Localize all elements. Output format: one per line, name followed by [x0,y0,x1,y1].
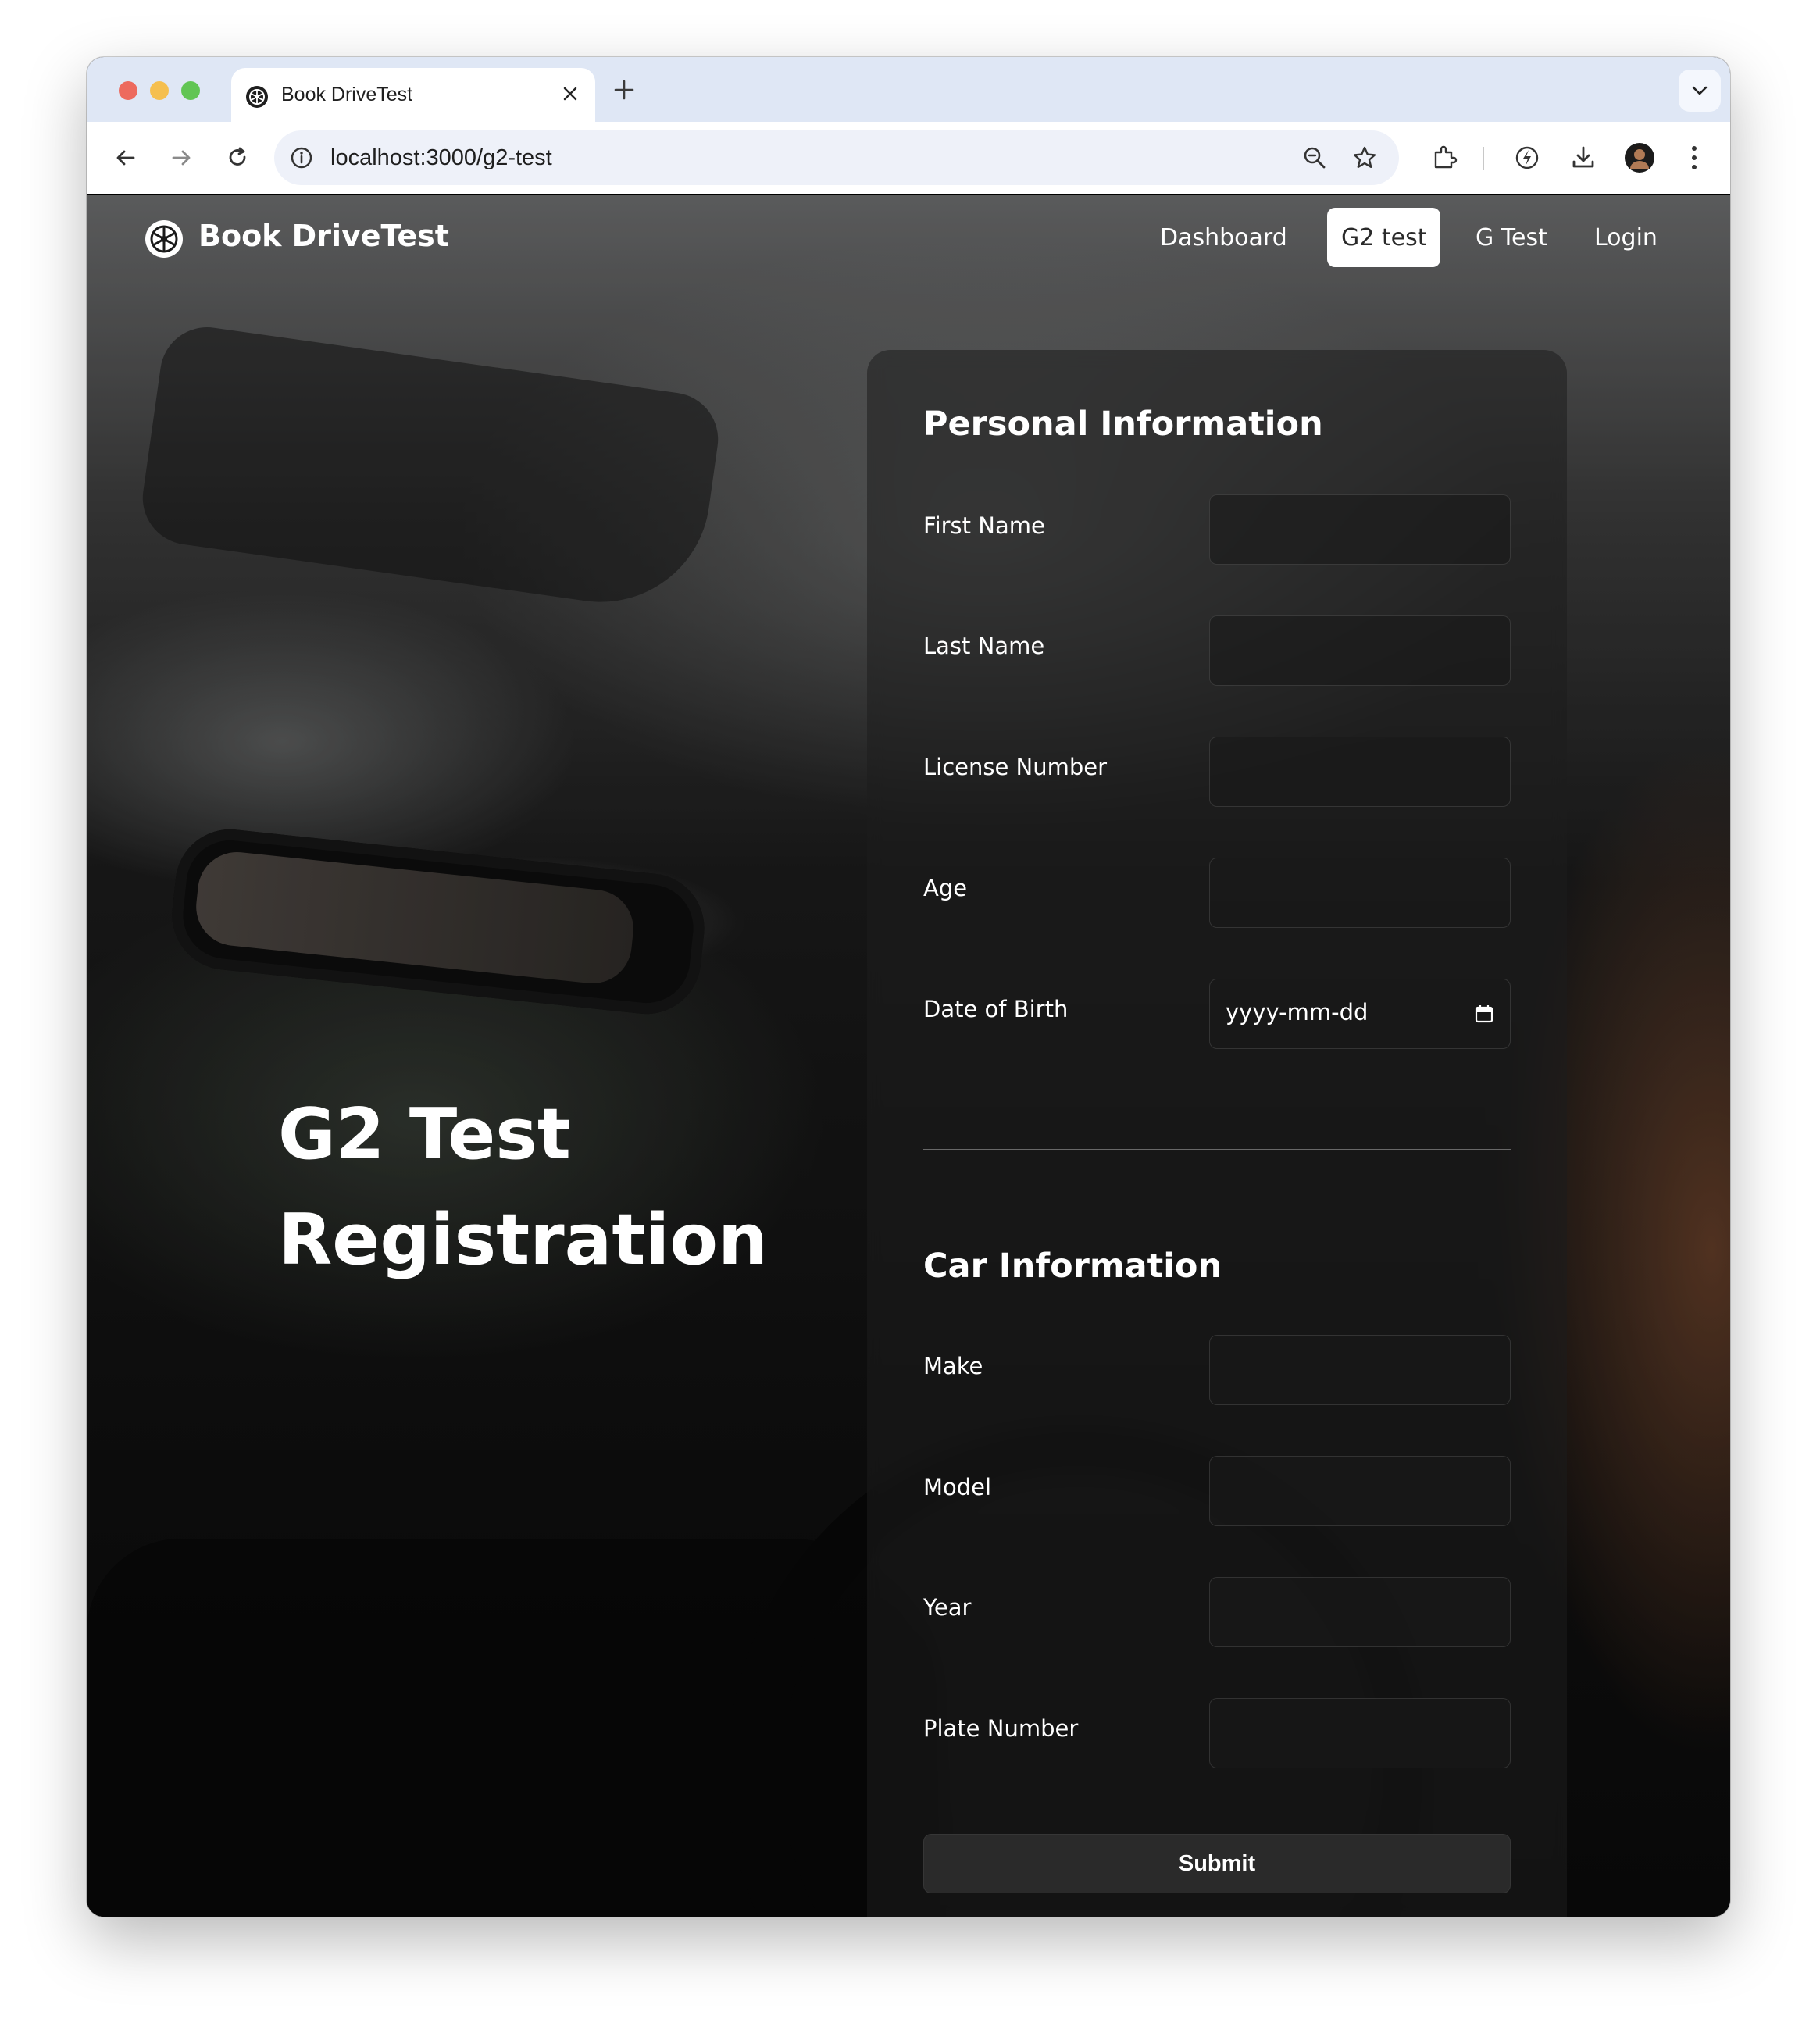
forward-icon[interactable] [162,139,200,177]
age-input[interactable] [1209,858,1511,928]
site-navbar: Book DriveTest Dashboard G2 test G Test … [87,195,1730,281]
nav-link-g2-test[interactable]: G2 test [1327,208,1441,267]
section-divider [923,1149,1511,1150]
close-window-button[interactable] [119,81,137,100]
profile-avatar[interactable] [1621,139,1658,177]
personal-info-title: Personal Information [923,405,1323,444]
date-of-birth-placeholder: yyyy-mm-dd [1226,999,1369,1026]
model-input[interactable] [1209,1456,1511,1526]
browser-toolbar: localhost:3000/g2-test [87,122,1730,194]
license-number-label: License Number [923,754,1108,780]
make-input[interactable] [1209,1335,1511,1405]
make-label: Make [923,1353,983,1379]
year-label: Year [923,1594,972,1621]
age-label: Age [923,875,968,901]
registration-form-panel: Personal Information First Name Last Nam… [867,350,1567,1917]
tab-title: Book DriveTest [281,84,413,105]
address-bar[interactable]: localhost:3000/g2-test [274,130,1399,185]
date-of-birth-label: Date of Birth [923,996,1069,1022]
first-name-input[interactable] [1209,494,1511,565]
submit-button[interactable]: Submit [923,1834,1511,1893]
hero-line-2: Registration [278,1199,769,1281]
maximize-window-button[interactable] [181,81,200,100]
tab-search-chevron-icon[interactable] [1679,70,1721,112]
model-label: Model [923,1474,992,1500]
hero-line-1: G2 Test [278,1093,571,1175]
reload-icon[interactable] [219,139,256,177]
wheel-favicon-icon [246,86,268,108]
last-name-input[interactable] [1209,615,1511,686]
url-text[interactable]: localhost:3000/g2-test [330,145,552,171]
minimize-window-button[interactable] [150,81,169,100]
browser-window: Book DriveTest localhost:3000/g2-test Bo… [87,57,1730,1917]
last-name-label: Last Name [923,633,1045,659]
hero-heading: G2 Test Registration [278,1082,872,1293]
close-tab-icon[interactable] [558,81,583,106]
kebab-menu-icon[interactable] [1675,139,1713,177]
web-page: Book DriveTest Dashboard G2 test G Test … [87,195,1730,1917]
performance-icon[interactable] [1508,139,1546,177]
steering-wheel-logo-icon[interactable] [145,219,184,259]
star-icon[interactable] [1352,145,1377,170]
extensions-icon[interactable] [1426,139,1463,177]
car-info-title: Car Information [923,1247,1222,1286]
calendar-icon[interactable] [1474,1004,1494,1024]
tab-strip: Book DriveTest [87,57,1730,122]
license-number-input[interactable] [1209,737,1511,807]
browser-tab-active[interactable]: Book DriveTest [231,68,595,122]
toolbar-separator [1483,147,1484,170]
first-name-label: First Name [923,512,1045,539]
plate-number-input[interactable] [1209,1698,1511,1768]
brand-name[interactable]: Book DriveTest [198,219,449,253]
nav-link-dashboard[interactable]: Dashboard [1146,208,1301,267]
new-tab-button[interactable] [607,73,641,107]
info-icon[interactable] [290,146,313,169]
year-input[interactable] [1209,1577,1511,1647]
plate-number-label: Plate Number [923,1715,1079,1742]
zoom-icon[interactable] [1302,145,1327,170]
nav-link-login[interactable]: Login [1580,208,1672,267]
nav-link-g-test[interactable]: G Test [1461,208,1561,267]
download-icon[interactable] [1565,139,1602,177]
back-icon[interactable] [107,139,145,177]
date-of-birth-input[interactable]: yyyy-mm-dd [1209,979,1511,1049]
